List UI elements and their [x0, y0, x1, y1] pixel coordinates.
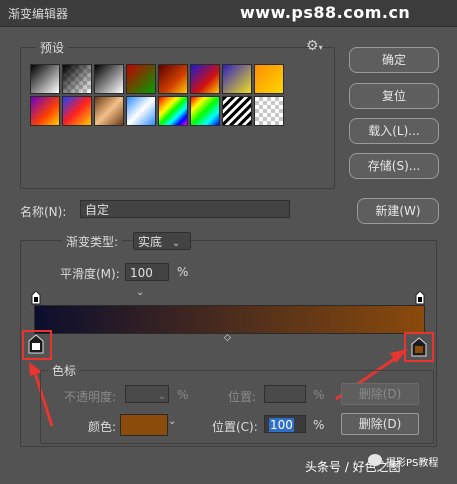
- color-swatch[interactable]: [120, 414, 168, 436]
- save-button[interactable]: 存储(S)...: [349, 153, 439, 179]
- gradient-type-select[interactable]: 实底 ⌄: [133, 232, 191, 250]
- opacity-label: 不透明度:: [64, 390, 117, 404]
- color-position-value: 100: [269, 418, 294, 432]
- color-label: 颜色:: [88, 420, 117, 434]
- opacity-unit: %: [177, 388, 189, 402]
- color-stop-left[interactable]: [28, 334, 44, 357]
- preset-swatch[interactable]: [158, 64, 188, 94]
- gradient-bar[interactable]: [34, 305, 425, 334]
- preset-swatch[interactable]: [62, 96, 92, 126]
- color-position-unit: %: [313, 418, 325, 432]
- preset-swatch[interactable]: [190, 96, 220, 126]
- preset-swatch[interactable]: [190, 64, 220, 94]
- preset-swatch[interactable]: [62, 64, 92, 94]
- preset-swatch[interactable]: [222, 64, 252, 94]
- preset-swatch[interactable]: [30, 64, 60, 94]
- smoothness-label: 平滑度(M):: [60, 267, 120, 281]
- preset-swatch[interactable]: [158, 96, 188, 126]
- name-label: 名称(N):: [20, 205, 67, 219]
- chevron-down-icon[interactable]: ⌄: [168, 416, 176, 427]
- smoothness-unit: %: [177, 265, 189, 279]
- color-delete-button[interactable]: 删除(D): [341, 413, 419, 435]
- load-button[interactable]: 载入(L)...: [349, 118, 439, 144]
- opacity-delete-button: 删除(D): [341, 383, 419, 405]
- preset-swatch[interactable]: [254, 96, 284, 126]
- color-stop-right[interactable]: [411, 337, 427, 360]
- opacity-input: ⌄: [125, 385, 169, 403]
- color-position-label: 位置(C):: [212, 420, 258, 434]
- gradient-type-label: 渐变类型:: [62, 233, 123, 250]
- diamond-icon[interactable]: ◇: [224, 333, 231, 343]
- presets-label: 预设: [36, 39, 69, 56]
- opacity-position-input: [264, 385, 306, 403]
- wechat-icon: [368, 454, 382, 466]
- preset-swatch[interactable]: [254, 64, 284, 94]
- preset-swatch[interactable]: [126, 96, 156, 126]
- window-title: 渐变编辑器: [8, 7, 69, 21]
- new-button[interactable]: 新建(W): [357, 198, 439, 224]
- ok-button[interactable]: 确定: [349, 47, 439, 73]
- footer-logo-text: 摄影PS教程: [386, 458, 439, 469]
- preset-swatch[interactable]: [30, 96, 60, 126]
- preset-swatch[interactable]: [222, 96, 252, 126]
- chevron-down-icon: ⌄: [158, 391, 167, 402]
- gradient-type-value: 实底: [138, 235, 163, 249]
- opacity-position-label: 位置:: [228, 390, 257, 404]
- smoothness-input[interactable]: 100 ⌄: [125, 263, 169, 298]
- reset-button[interactable]: 复位: [349, 83, 439, 109]
- chevron-down-icon: ⌄: [171, 238, 181, 249]
- watermark-text: www.ps88.com.cn: [240, 3, 411, 22]
- chevron-down-icon: ⌄: [136, 287, 145, 298]
- preset-swatch[interactable]: [94, 96, 124, 126]
- color-position-input[interactable]: 100: [264, 415, 306, 433]
- preset-grid: [30, 64, 290, 128]
- gear-icon[interactable]: ⚙▾: [306, 38, 323, 54]
- name-input[interactable]: 自定: [80, 200, 290, 218]
- opacity-position-unit: %: [313, 388, 325, 402]
- preset-swatch[interactable]: [126, 64, 156, 94]
- smoothness-value: 100: [130, 266, 153, 280]
- stops-legend: 色标: [48, 362, 81, 379]
- preset-swatch[interactable]: [94, 64, 124, 94]
